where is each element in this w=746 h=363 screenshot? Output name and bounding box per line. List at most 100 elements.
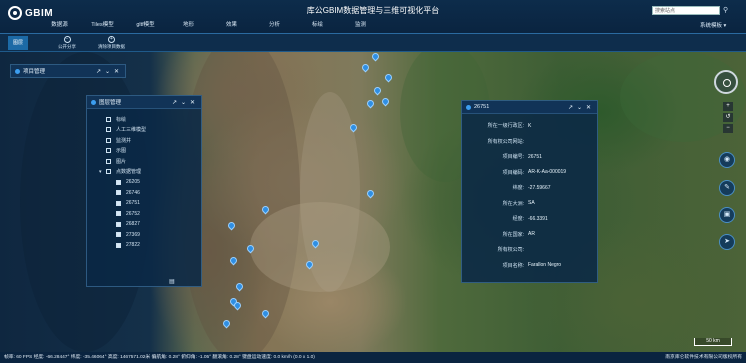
chevron-down-icon[interactable]: ⌄ (103, 68, 112, 75)
globe-icon: + (108, 36, 115, 43)
chevron-down-icon[interactable]: ⌄ (575, 104, 584, 111)
menu-item-datasource[interactable]: 数据源 (38, 20, 81, 28)
checkbox[interactable] (116, 200, 121, 206)
pin-icon[interactable]: ↗ (94, 68, 103, 75)
layer-subitem[interactable]: 26751 (116, 198, 201, 209)
checkbox[interactable] (106, 169, 111, 175)
pin-icon[interactable]: ↗ (566, 104, 575, 111)
logo-icon (8, 6, 22, 20)
toolbar: 图层 − 公开分享 + 清除项目数据 (0, 34, 746, 52)
expand-arrow-icon[interactable]: ▾ (99, 169, 106, 175)
status-bar: 帧率: 60 FPS 经度: -66.28447° 纬度: -35.46064°… (0, 352, 746, 363)
app-title: 库公GBIM数据管理与三维可视化平台 (306, 6, 440, 15)
status-text: 帧率: 60 FPS 经度: -66.28447° 纬度: -35.46064°… (4, 355, 315, 360)
map-marker[interactable] (365, 188, 376, 199)
close-icon[interactable]: ✕ (188, 99, 197, 106)
project-panel-title: 项目管理 (23, 69, 46, 75)
search-input[interactable]: 搜索站点 (652, 6, 720, 15)
layer-item[interactable]: 人工三维模型 (106, 125, 201, 136)
menu-item-plotting[interactable]: 标绘 (296, 20, 339, 28)
menu-item-terrain[interactable]: 地形 (167, 20, 210, 28)
close-icon[interactable]: ✕ (584, 104, 593, 111)
chevron-down-icon: ▾ (723, 23, 727, 29)
layer-subitem[interactable]: 26827 (116, 219, 201, 230)
map-marker[interactable] (380, 96, 391, 107)
checkbox[interactable] (116, 179, 121, 185)
map-scale: 50 km (694, 338, 732, 346)
panel-dot-icon (91, 99, 96, 105)
checkbox[interactable] (106, 158, 111, 164)
info-row: 所在一级行政区: K (487, 122, 532, 130)
layer-item[interactable]: 示图 (106, 146, 201, 157)
compass-control[interactable] (714, 70, 738, 94)
layers-home-button[interactable]: 图层 (8, 36, 28, 50)
pin-icon[interactable]: ↗ (170, 99, 179, 106)
layer-item[interactable]: 图片 (106, 156, 201, 167)
search-icon[interactable]: ⚲ (723, 6, 732, 15)
map-marker[interactable] (360, 62, 371, 73)
panel-dot-icon (466, 104, 471, 110)
map-marker[interactable] (365, 98, 376, 109)
map-marker[interactable] (372, 85, 383, 96)
map-marker[interactable] (383, 72, 394, 83)
logo-text: GBIM (25, 7, 54, 19)
map-marker[interactable] (370, 52, 381, 62)
info-row: 所有权公司: (497, 247, 524, 254)
info-row: 项目名称: Farallon Negro (502, 262, 562, 269)
clear-project-label: 清除项目数据 (98, 44, 125, 49)
layer-subitem[interactable]: 27369 (116, 230, 201, 241)
menu-item-monitoring[interactable]: 监测 (339, 20, 382, 28)
layer-subitem[interactable]: 27822 (116, 240, 201, 251)
layer-panel-title: 图层管理 (99, 100, 122, 106)
zoom-out-button[interactable]: − (723, 124, 733, 133)
menu-item-tiles[interactable]: Tiles模型 (81, 20, 124, 28)
checkbox[interactable] (116, 211, 121, 217)
navigate-icon[interactable]: ➤ (719, 234, 735, 250)
close-icon[interactable]: ✕ (112, 68, 121, 75)
checkbox[interactable] (116, 190, 121, 196)
app-header: GBIM 库公GBIM数据管理与三维可视化平台 搜索站点 ⚲ 数据源 Tiles… (0, 0, 746, 34)
menu-item-gltf[interactable]: gltf模型 (124, 20, 167, 28)
checkbox[interactable] (116, 242, 121, 248)
minus-circle-icon: − (63, 36, 71, 43)
menu-item-effects[interactable]: 效果 (210, 20, 253, 28)
layer-item[interactable]: 标绘 (106, 114, 201, 125)
info-row: 所在大洲: SA (502, 200, 535, 207)
info-panel-title: 26751 (474, 104, 490, 110)
system-settings-menu[interactable]: 系统模板 ▾ (700, 21, 726, 29)
checkbox[interactable] (106, 116, 111, 122)
checkbox[interactable] (106, 137, 111, 143)
info-table: 所在一级行政区: K 所有权公司网站: 项目编号: 26751 项目编码: AR-K-… (462, 114, 597, 273)
info-row: 所在国家: AR (502, 231, 535, 238)
layer-panel-header: 图层管理 ↗ ⌄ ✕ (87, 96, 201, 109)
layer-sublist: 26205 26746 26751 26752 26827 27369 2782… (106, 177, 201, 251)
layer-group[interactable]: ▾ 点数据管理 (99, 167, 201, 178)
checkbox[interactable] (116, 221, 121, 227)
info-row: 纬度: -27.59667 (512, 184, 551, 192)
layer-subitem[interactable]: 26746 (116, 188, 201, 199)
image-icon[interactable]: ▣ (719, 207, 735, 223)
edit-icon[interactable]: ✎ (719, 180, 735, 196)
project-panel-header: 项目管理 ↗ ⌄ ✕ (11, 65, 125, 77)
logo: GBIM (8, 6, 53, 20)
checkbox[interactable] (106, 127, 111, 133)
copyright-text: 南京库仑软件技术有限公司版权所有 (665, 355, 742, 360)
clear-project-button[interactable]: + 清除项目数据 (98, 36, 125, 50)
share-button[interactable]: − 公开分享 (58, 36, 76, 50)
chevron-down-icon[interactable]: ⌄ (179, 99, 188, 106)
layer-item[interactable]: 监测井 (106, 135, 201, 146)
panel-dot-icon (15, 68, 20, 74)
reset-view-button[interactable]: ↺ (723, 113, 733, 122)
checkbox[interactable] (116, 232, 121, 238)
globe-icon[interactable]: ◉ (719, 152, 735, 168)
menu-item-analysis[interactable]: 分析 (253, 20, 296, 28)
layer-tree: 标绘 人工三维模型 监测井 示图 图片 ▾ 点数据管理 26205 26746 … (87, 109, 201, 251)
zoom-in-button[interactable]: + (723, 102, 733, 111)
folder-icon[interactable]: ▤ (169, 278, 175, 285)
info-row: 项目编码: AR-K-Aa-000019 (502, 169, 567, 176)
info-panel-header: 26751 ↗ ⌄ ✕ (462, 101, 597, 114)
layer-panel: 图层管理 ↗ ⌄ ✕ 标绘 人工三维模型 监测井 示图 图片 ▾ 点数据管理 2… (86, 95, 202, 287)
layer-subitem[interactable]: 26752 (116, 209, 201, 220)
layer-subitem[interactable]: 26205 (116, 177, 201, 188)
checkbox[interactable] (106, 148, 111, 154)
